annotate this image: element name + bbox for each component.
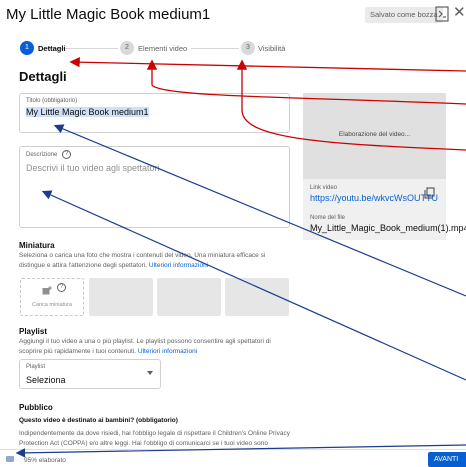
- tab-visibilita[interactable]: Visibilità: [258, 44, 285, 53]
- help-icon[interactable]: ?: [62, 150, 71, 159]
- auto-thumbnail-option[interactable]: [157, 278, 221, 316]
- header-bar: My Little Magic Book medium1 Salvato com…: [0, 0, 466, 34]
- thumbnail-description: Seleziona o carica una foto che mostra i…: [19, 251, 309, 271]
- stepper-line: [191, 48, 239, 49]
- section-title: Dettagli: [19, 69, 67, 84]
- feedback-icon[interactable]: [435, 6, 449, 22]
- description-field[interactable]: [19, 146, 290, 228]
- audience-question: Questo video è destinato ai bambini? (ob…: [19, 417, 178, 424]
- thumbnail-title: Miniatura: [19, 241, 55, 250]
- playlist-desc-line: Aggiungi il tuo video a una o più playli…: [19, 338, 271, 345]
- audience-desc-line: Protection Act (COPPA) e/o altre leggi. …: [19, 440, 268, 447]
- upload-thumbnail-label: Carica miniatura: [31, 302, 73, 308]
- processing-status: Elaborazione del video...: [338, 131, 411, 138]
- thumbnail-learn-more-link[interactable]: Ulteriori informazioni: [149, 262, 208, 269]
- footer-bar: [0, 449, 466, 467]
- processing-progress: 95% elaborato: [24, 457, 66, 464]
- tab-elementi-video[interactable]: Elementi video: [138, 44, 187, 53]
- step-3-number[interactable]: 3: [241, 41, 255, 55]
- close-icon[interactable]: ✕: [453, 4, 466, 22]
- description-label: Descrizione: [26, 152, 58, 158]
- video-link[interactable]: https://youtu.be/wkvcWsOUTTU: [310, 193, 438, 203]
- title-field-label: Titolo (obbligatorio): [26, 98, 78, 104]
- playlist-description: Aggiungi il tuo video a una o più playli…: [19, 337, 309, 357]
- tab-dettagli[interactable]: Dettagli: [38, 44, 66, 53]
- audience-desc-line: Indipendentemente da dove risiedi, hai l…: [19, 430, 290, 437]
- playlist-title: Playlist: [19, 327, 48, 336]
- upload-status-icon: [6, 456, 14, 462]
- chevron-down-icon: [147, 371, 153, 375]
- audience-description: Indipendentemente da dove risiedi, hai l…: [19, 429, 319, 449]
- playlist-select-label: Playlist: [26, 364, 46, 370]
- upload-stepper: [0, 38, 466, 60]
- playlist-learn-more-link[interactable]: Ulteriori informazioni: [138, 348, 197, 355]
- auto-thumbnail-option[interactable]: [225, 278, 289, 316]
- thumbnail-desc-line: distingue e attira l'attenzione degli sp…: [19, 262, 148, 269]
- auto-thumbnail-option[interactable]: [89, 278, 153, 316]
- annotation-arrow: [69, 56, 466, 72]
- saved-draft-badge: Salvato come bozza: [365, 7, 443, 23]
- playlist-select-value: Seleziona: [26, 375, 66, 385]
- add-image-icon: [42, 286, 52, 295]
- upload-thumbnail-button[interactable]: [20, 278, 84, 316]
- thumbnail-desc-line: Seleziona o carica una foto che mostra i…: [19, 252, 266, 259]
- step-1-number[interactable]: 1: [20, 41, 34, 55]
- next-button[interactable]: AVANTI: [428, 452, 466, 467]
- page-title: My Little Magic Book medium1: [6, 6, 211, 23]
- description-input[interactable]: Descrivi il tuo video agli spettatori: [26, 163, 160, 173]
- title-input[interactable]: My Little Magic Book medium1: [26, 107, 149, 117]
- video-link-label: Link video: [310, 185, 338, 191]
- step-2-number[interactable]: 2: [120, 41, 134, 55]
- copy-icon[interactable]: [424, 187, 435, 199]
- file-name: My_Little_Magic_Book_medium(1).mp4: [310, 223, 466, 233]
- playlist-desc-line: scoprire più rapidamente i tuoi contenut…: [19, 348, 137, 355]
- file-name-label: Nome del file: [310, 215, 346, 221]
- audience-title: Pubblico: [19, 403, 53, 412]
- help-icon[interactable]: ?: [57, 283, 66, 292]
